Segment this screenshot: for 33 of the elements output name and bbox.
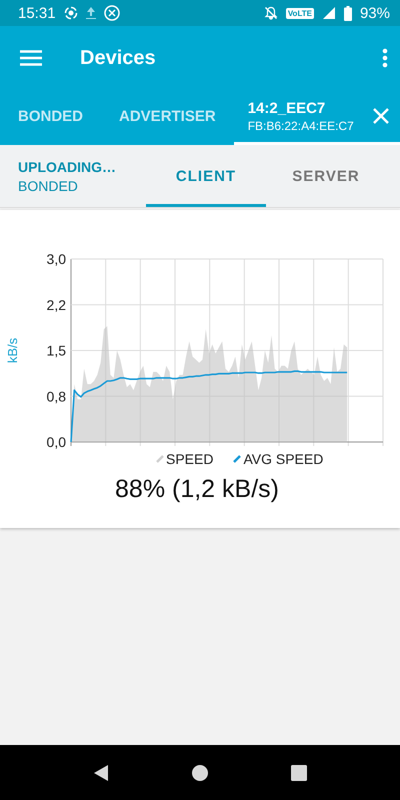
more-options-icon[interactable] <box>382 48 388 68</box>
y-tick-label: 0,0 <box>46 434 66 450</box>
y-tick-label: 1,5 <box>46 342 66 358</box>
screen-title: Devices <box>80 46 157 70</box>
battery-percent: 93% <box>360 4 390 22</box>
volte-badge: VoLTE <box>286 8 314 18</box>
home-icon[interactable] <box>191 764 209 782</box>
upload-icon <box>86 6 96 20</box>
y-axis-label: kB/s <box>5 338 20 364</box>
close-circle-icon <box>104 5 120 21</box>
legend-swatch-icon <box>233 455 242 463</box>
menu-icon[interactable] <box>20 50 42 66</box>
legend-label: SPEED <box>166 451 214 467</box>
signal-icon <box>322 6 336 20</box>
tab[interactable]: ADVERTISER <box>101 90 234 145</box>
clock: 15:31 <box>18 4 56 22</box>
battery-icon <box>344 6 352 20</box>
progress-reading: 88% (1,2 kB/s) <box>114 475 280 504</box>
legend-swatch-icon <box>156 455 164 463</box>
tab[interactable]: CLIENT <box>146 145 266 207</box>
bell-off-icon <box>264 6 278 20</box>
y-tick-label: 2,2 <box>46 296 66 313</box>
tab[interactable]: BONDED <box>0 90 102 145</box>
recents-icon[interactable] <box>291 764 307 780</box>
connection-state: UPLOADING… <box>18 158 117 174</box>
back-icon[interactable] <box>93 764 109 782</box>
record-icon <box>64 6 78 20</box>
y-tick-label: 0,8 <box>46 388 66 404</box>
legend-label: AVG SPEED <box>243 451 324 467</box>
tab[interactable]: SERVER <box>266 145 386 207</box>
close-icon[interactable] <box>372 107 390 125</box>
bond-state: BONDED <box>18 178 79 194</box>
y-tick-label: 3,0 <box>46 251 66 267</box>
